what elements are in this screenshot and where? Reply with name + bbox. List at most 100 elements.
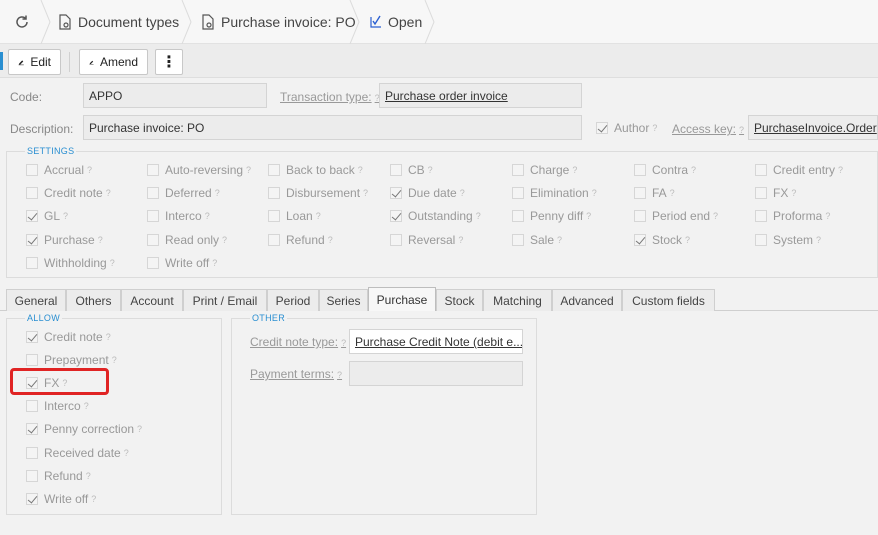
settings-checkbox[interactable]: Reversal? [390,231,463,249]
transaction-type-field[interactable]: Purchase order invoice [379,83,582,108]
toolbar: Edit Amend ⋮ [0,44,878,78]
credit-note-type-field[interactable]: Purchase Credit Note (debit e... [349,329,523,354]
checkbox-label: FA [652,186,667,200]
help-icon: ? [557,235,563,245]
settings-checkbox[interactable]: Interco? [147,207,210,225]
checkbox-label: Sale [530,233,555,247]
allow-checkbox[interactable]: Write off? [26,490,96,508]
allow-checkbox[interactable]: Refund? [26,467,91,485]
settings-checkbox[interactable]: Due date? [390,184,465,202]
tab-account[interactable]: Account [121,289,183,311]
tab-stock[interactable]: Stock [436,289,483,311]
settings-checkbox[interactable]: Penny diff? [512,207,591,225]
open-check-icon [370,15,381,28]
checkbox-box [26,492,38,505]
checkbox-box [147,164,159,176]
allow-group [6,318,222,515]
settings-checkbox[interactable]: Proforma? [755,207,830,225]
tab-purchase[interactable]: Purchase [368,287,436,311]
checkbox-box [147,234,159,246]
author-label: Author [614,121,650,135]
settings-checkbox[interactable]: Elimination? [512,184,597,202]
settings-checkbox[interactable]: Period end? [634,207,718,225]
settings-checkbox[interactable]: Credit note? [26,184,111,202]
settings-checkbox[interactable]: Accrual? [26,161,92,179]
checkbox-label: Contra [652,163,689,177]
settings-checkbox[interactable]: Sale? [512,231,562,249]
settings-checkbox[interactable]: Read only? [147,231,227,249]
settings-checkbox[interactable]: Write off? [147,254,217,272]
settings-checkbox[interactable]: Refund? [268,231,333,249]
settings-checkbox[interactable]: GL? [26,207,68,225]
access-key-label[interactable]: Access key:? [672,122,744,136]
help-icon: ? [109,258,115,268]
checkbox-label: Reversal [408,233,456,247]
help-icon: ? [214,188,220,198]
edit-button[interactable]: Edit [8,49,61,75]
amend-label: Amend [99,55,138,69]
help-icon: ? [137,424,143,435]
checkbox-label: Period end [652,209,711,223]
settings-checkbox[interactable]: System? [755,231,821,249]
tab-matching[interactable]: Matching [483,289,552,311]
settings-checkbox[interactable]: FA? [634,184,675,202]
checkbox-box [755,210,767,222]
settings-checkbox[interactable]: FX? [755,184,796,202]
allow-checkbox[interactable]: Received date? [26,444,129,462]
tab-print-email[interactable]: Print / Email [183,289,267,311]
settings-checkbox[interactable]: Deferred? [147,184,220,202]
checkbox-box [268,210,280,222]
help-icon: ? [572,165,578,175]
help-icon: ? [458,235,464,245]
tab-period[interactable]: Period [267,289,319,311]
refresh-button[interactable] [14,0,36,44]
settings-checkbox[interactable]: Charge? [512,161,577,179]
crumb-record[interactable]: Purchase invoice: PO [201,0,356,44]
amend-button[interactable]: Amend [79,49,148,75]
allow-checkbox[interactable]: Prepayment? [26,351,117,369]
checkbox-label: Stock [652,233,683,247]
settings-checkbox[interactable]: Loan? [268,207,321,225]
payment-terms-field[interactable] [349,361,523,386]
tab-bar: General Others Account Print / Email Period S… [0,287,878,311]
crumb-label: Document types [78,14,180,30]
allow-title: ALLOW [25,313,63,323]
payment-terms-label[interactable]: Payment terms:? [250,367,342,381]
settings-checkbox[interactable]: Credit entry? [755,161,843,179]
access-key-field[interactable]: PurchaseInvoice.Order [748,115,878,140]
settings-checkbox[interactable]: Back to back? [268,161,363,179]
checkbox-box [390,234,402,246]
settings-checkbox[interactable]: Purchase? [26,231,103,249]
checkbox-box [26,400,38,413]
tab-general[interactable]: General [6,289,66,311]
allow-checkbox[interactable]: Penny correction? [26,420,142,438]
help-icon: ? [246,165,252,175]
code-field[interactable]: APPO [83,83,267,108]
transaction-type-label[interactable]: Transaction type:? [280,90,380,104]
checkbox-box [26,331,38,343]
crumb-document-types[interactable]: Document types [58,0,179,44]
checkbox-label: CB [408,163,425,177]
checkbox-box [634,164,646,176]
settings-checkbox[interactable]: Disbursement? [268,184,368,202]
credit-note-type-label[interactable]: Credit note type:? [250,335,346,349]
document-gear-icon [202,14,214,30]
allow-checkbox[interactable]: Interco? [26,397,89,415]
settings-checkbox[interactable]: CB? [390,161,433,179]
settings-checkbox[interactable]: Contra? [634,161,696,179]
author-checkbox[interactable]: Author? [596,119,657,137]
description-field[interactable]: Purchase invoice: PO [83,115,582,140]
tab-others[interactable]: Others [66,289,121,311]
allow-checkbox[interactable]: Credit note? [26,328,111,346]
checkbox-label: Deferred [165,186,212,200]
settings-checkbox[interactable]: Withholding? [26,254,115,272]
crumb-open[interactable]: Open [370,0,422,44]
settings-checkbox[interactable]: Stock? [634,231,690,249]
checkbox-label: Interco [165,209,202,223]
tab-advanced[interactable]: Advanced [552,289,622,311]
more-options-button[interactable]: ⋮ [155,49,183,75]
tab-custom-fields[interactable]: Custom fields [622,289,715,311]
settings-checkbox[interactable]: Auto-reversing? [147,161,251,179]
settings-checkbox[interactable]: Outstanding? [390,207,481,225]
tab-series[interactable]: Series [319,289,368,311]
